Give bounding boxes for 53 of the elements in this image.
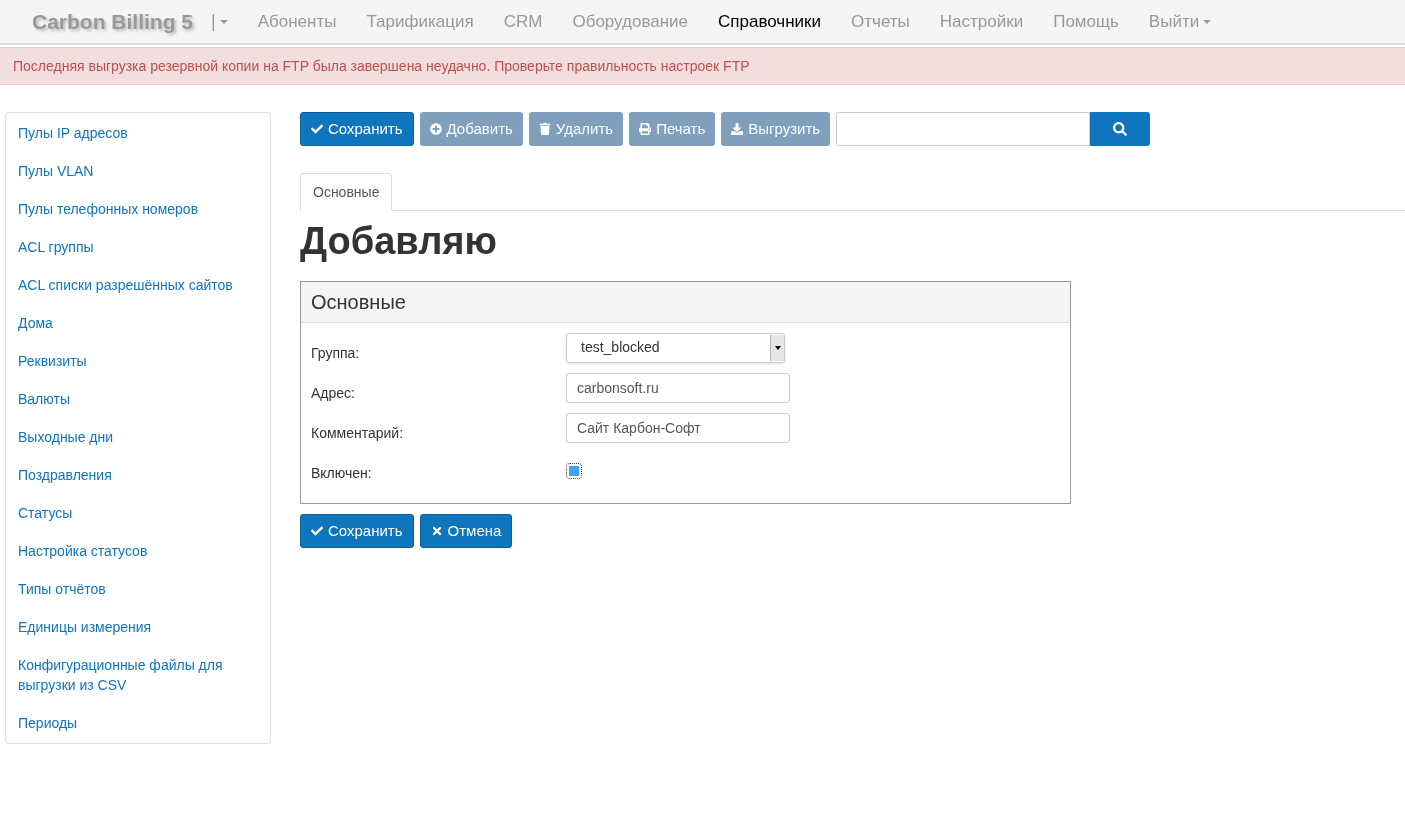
enabled-checkbox[interactable] bbox=[566, 462, 582, 479]
sidebar-item[interactable]: Конфигурационные файлы для выгрузки из CSV bbox=[6, 646, 270, 704]
sidebar-item[interactable]: Единицы измерения bbox=[6, 608, 270, 646]
nav-link[interactable]: Настройки bbox=[924, 8, 1039, 35]
brand-menu[interactable]: | bbox=[211, 8, 228, 35]
nav-link[interactable]: Абоненты bbox=[242, 8, 352, 35]
nav-link[interactable]: Помощь bbox=[1038, 8, 1134, 35]
nav-link[interactable]: Справочники bbox=[703, 8, 837, 35]
form-button[interactable]: Сохранить bbox=[300, 513, 414, 548]
text-field[interactable]: Сайт Карбон-Софт bbox=[566, 412, 790, 443]
download-icon bbox=[731, 123, 744, 135]
sidebar-item[interactable]: Валюты bbox=[6, 380, 270, 418]
search-field[interactable] bbox=[836, 112, 1091, 146]
sidebar-item[interactable]: Периоды bbox=[6, 704, 270, 742]
sidebar-item[interactable]: ACL группы bbox=[6, 228, 270, 266]
panel-title: Основные bbox=[311, 289, 406, 315]
field-label: Включен: bbox=[311, 463, 373, 483]
nav-link[interactable]: Отчеты bbox=[836, 8, 925, 35]
caret-icon bbox=[1203, 19, 1212, 24]
sidebar-item[interactable]: Пулы телефонных номеров bbox=[6, 190, 270, 228]
nav-link[interactable]: CRM bbox=[488, 8, 558, 35]
field-label: Группа: bbox=[311, 343, 361, 363]
search-icon bbox=[1113, 122, 1128, 136]
sidebar-item[interactable]: Типы отчётов bbox=[6, 570, 270, 608]
sidebar-item[interactable]: ACL списки разрешённых сайтов bbox=[6, 266, 270, 304]
check-icon bbox=[311, 524, 323, 537]
form-button[interactable]: Отмена bbox=[419, 513, 513, 548]
sidebar-item[interactable]: Поздравления bbox=[6, 456, 270, 494]
sidebar-item[interactable]: Реквизиты bbox=[6, 342, 270, 380]
sidebar-item[interactable]: Настройка статусов bbox=[6, 532, 270, 570]
caret-icon bbox=[219, 19, 228, 24]
sidebar-item[interactable]: Пулы IP адресов bbox=[6, 114, 270, 152]
field-label: Комментарий: bbox=[311, 423, 405, 443]
sidebar-item[interactable]: Пулы VLAN bbox=[6, 152, 270, 190]
sidebar-item[interactable]: Выходные дни bbox=[6, 418, 270, 456]
nav-link[interactable]: Выйти bbox=[1133, 8, 1227, 35]
tab[interactable]: Основные bbox=[300, 173, 393, 211]
search-button[interactable] bbox=[1090, 112, 1151, 146]
printer-icon bbox=[639, 123, 652, 135]
alert-banner: Последняя выгрузка резервной копии на FTP была завершена неудачно. Проверьте правильность настроек FTP bbox=[0, 47, 1405, 85]
group-select[interactable]: test_blocked bbox=[566, 332, 785, 363]
sidebar-item[interactable]: Дома bbox=[6, 304, 270, 342]
text-field[interactable]: carbonsoft.ru bbox=[566, 372, 790, 403]
page-heading: Добавляю bbox=[300, 221, 498, 263]
brand-logo[interactable]: Carbon Billing 5 bbox=[32, 5, 193, 38]
sidebar-item[interactable]: Статусы bbox=[6, 494, 270, 532]
toolbar-button[interactable]: Сохранить bbox=[300, 112, 414, 146]
field-label: Адрес: bbox=[311, 383, 356, 403]
trash-icon bbox=[538, 123, 551, 135]
nav-link[interactable]: Тарификация bbox=[351, 8, 489, 35]
cross-icon bbox=[430, 524, 443, 537]
check-icon bbox=[311, 123, 323, 135]
nav-link[interactable]: Оборудование bbox=[557, 8, 704, 35]
